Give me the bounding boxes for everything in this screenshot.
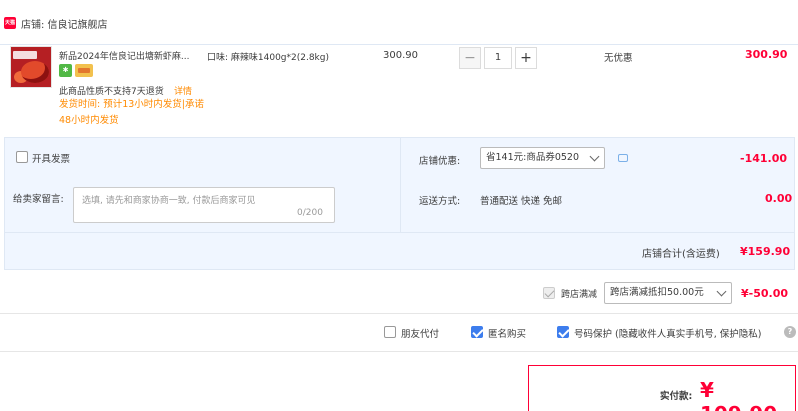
help-icon[interactable]: ? xyxy=(784,326,796,338)
store-header xyxy=(0,0,798,45)
coupon-selected-value: 省141元:商品券0520 xyxy=(486,152,580,163)
chevron-down-icon xyxy=(716,286,727,297)
service-badge-icon[interactable]: ✱ xyxy=(59,64,72,77)
cross-store-promo-select[interactable]: 跨店满减抵扣50.00元 xyxy=(604,282,732,304)
panel-divider xyxy=(400,137,401,232)
cross-store-promo-label: 跨店满减 xyxy=(561,290,598,300)
number-protection-label[interactable]: 号码保护 (隐藏收件人真实手机号, 保护隐私) xyxy=(574,326,761,340)
quantity-stepper: − 1 + xyxy=(459,47,537,69)
invoice-checkbox[interactable] xyxy=(16,151,28,163)
increase-button[interactable]: + xyxy=(515,47,537,69)
store-subtotal-label: 店铺合计(含运费) xyxy=(642,249,720,260)
anonymous-purchase-checkbox[interactable] xyxy=(471,326,483,338)
message-placeholder: 选填, 请先和商家协商一致, 付款后商家可见 xyxy=(82,196,256,206)
section-divider xyxy=(0,351,798,352)
message-char-count: 0/200 xyxy=(297,208,323,218)
store-discount-label: 店铺优惠: xyxy=(419,156,461,167)
card-badge-icon[interactable] xyxy=(75,64,93,77)
section-divider xyxy=(0,313,798,314)
decrease-button[interactable]: − xyxy=(459,47,481,69)
anonymous-purchase-label[interactable]: 匿名购买 xyxy=(488,326,526,340)
payment-total: ¥ 109.90 xyxy=(700,378,777,411)
quantity-input[interactable]: 1 xyxy=(484,47,512,69)
package-label-decoration xyxy=(13,51,37,59)
invoice-label[interactable]: 开具发票 xyxy=(32,151,70,165)
unit-price: 300.90 xyxy=(383,50,418,61)
shipping-label: 运送方式: xyxy=(419,196,461,207)
sku-spec: 口味: 麻辣味1400g*2(2.8kg) xyxy=(207,53,329,63)
product-title-link[interactable]: 新品2024年信良记出塘新虾麻... xyxy=(59,49,190,62)
friend-pay-checkbox[interactable] xyxy=(384,326,396,338)
shipping-method: 普通配送 快递 免邮 xyxy=(480,196,563,207)
crayfish-decoration xyxy=(21,61,49,83)
cross-store-promo-checkbox[interactable] xyxy=(543,287,555,299)
no-return-notice: 此商品性质不支持7天退货 xyxy=(59,87,164,97)
message-label: 给卖家留言: xyxy=(13,194,64,205)
tmall-icon: 天猫 xyxy=(4,17,16,29)
ship-time-notice: 发货时间: 预计13小时内发货|承诺48小时内发货 xyxy=(59,99,205,126)
detail-link[interactable]: 详情 xyxy=(174,84,192,97)
cross-store-promo-value: ¥-50.00 xyxy=(741,287,789,300)
friend-pay-label[interactable]: 朋友代付 xyxy=(401,326,439,340)
coupon-select[interactable]: 省141元:商品券0520 xyxy=(480,147,605,169)
store-discount-value: -141.00 xyxy=(740,152,788,165)
number-protection-checkbox[interactable] xyxy=(557,326,569,338)
panel-divider xyxy=(4,232,795,233)
shipping-value: 0.00 xyxy=(765,192,793,205)
item-discount: 无优惠 xyxy=(604,53,633,64)
chevron-down-icon xyxy=(589,151,600,162)
chat-icon[interactable] xyxy=(618,154,628,162)
store-name-link[interactable]: 店铺: 信良记旗舰店 xyxy=(21,16,108,31)
item-total: 300.90 xyxy=(745,48,788,61)
store-subtotal-value: ¥159.90 xyxy=(740,245,791,258)
payment-label: 实付款: xyxy=(660,391,693,402)
product-thumbnail[interactable] xyxy=(10,46,52,88)
promo-selected-value: 跨店满减抵扣50.00元 xyxy=(610,287,704,298)
